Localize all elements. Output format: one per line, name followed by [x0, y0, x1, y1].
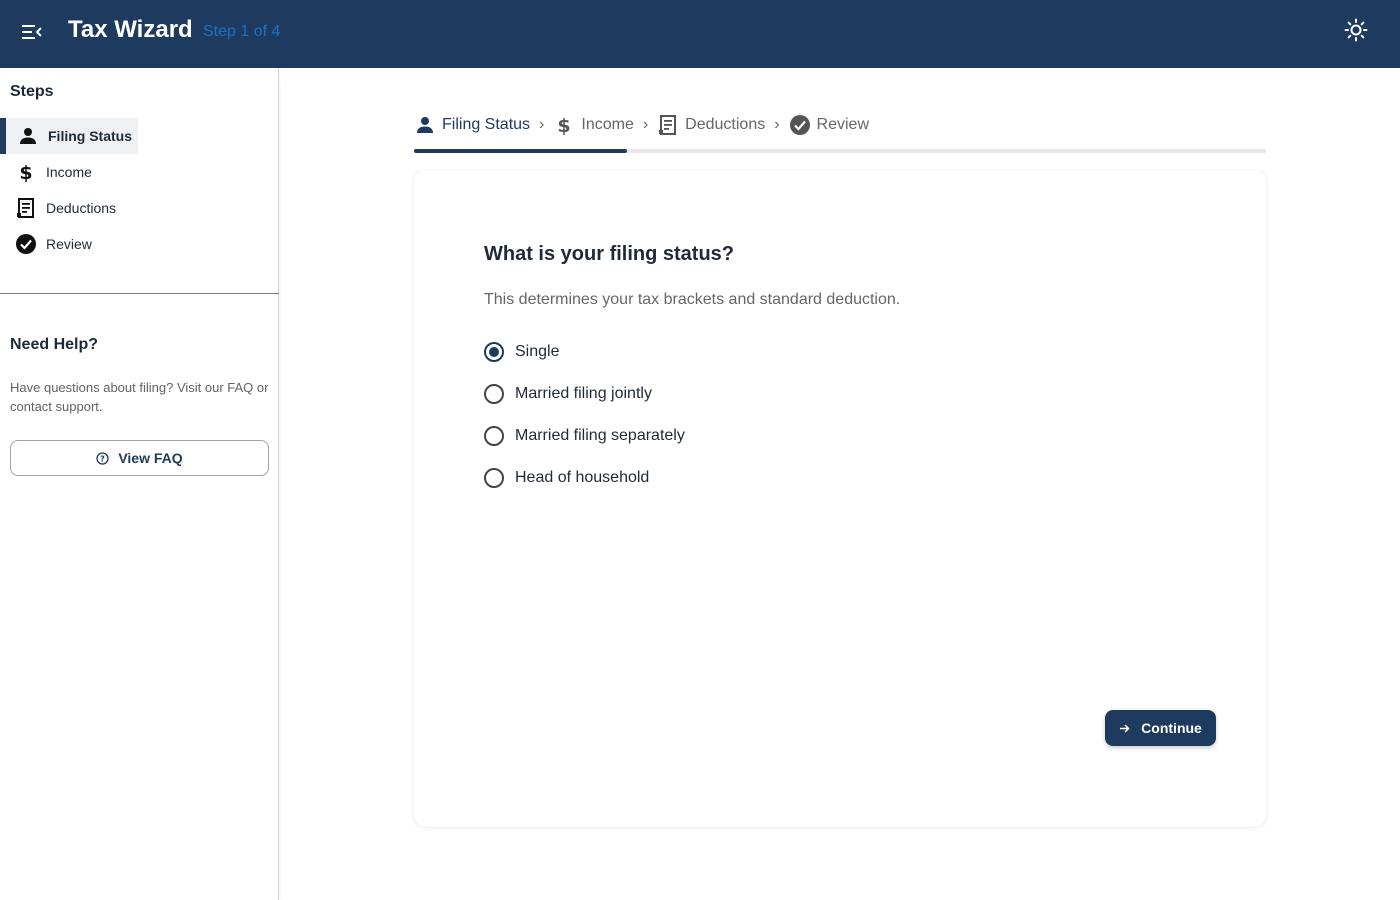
- help-circle-icon: ?: [96, 451, 110, 465]
- person-icon: [414, 114, 436, 136]
- step-label: Filing Status: [442, 116, 531, 133]
- receipt-icon: [16, 198, 36, 218]
- step-filing-status[interactable]: Filing Status: [414, 114, 530, 136]
- dollar-icon: $: [553, 114, 575, 136]
- radio-label: Single: [515, 343, 560, 360]
- app-header: Tax Wizard Step 1 of 4: [0, 0, 1400, 68]
- radio-button[interactable]: [484, 426, 504, 446]
- radio-label: Head of household: [515, 469, 650, 486]
- sidebar-item-label: Income: [46, 164, 92, 180]
- sidebar-item-income[interactable]: $ Income: [0, 154, 92, 190]
- view-faq-button[interactable]: ? View FAQ: [10, 440, 269, 476]
- sidebar-item-review[interactable]: Review: [0, 226, 92, 262]
- radio-button[interactable]: [484, 342, 504, 362]
- check-circle-icon: [16, 234, 36, 254]
- question-description: This determines your tax brackets and st…: [484, 291, 901, 308]
- step-income[interactable]: $ Income: [553, 114, 634, 136]
- sidebar: Steps Filing Status $ Income Deductions …: [0, 68, 279, 900]
- app-title: Tax Wizard: [68, 16, 193, 43]
- view-faq-label: View FAQ: [118, 450, 183, 466]
- progress-track: [414, 149, 1266, 153]
- step-label: Review: [816, 116, 870, 133]
- person-icon: [18, 126, 38, 146]
- sidebar-item-filing-status[interactable]: Filing Status: [0, 118, 138, 154]
- radio-dot: [489, 347, 499, 357]
- continue-label: Continue: [1141, 720, 1202, 736]
- arrow-right-icon: [1119, 722, 1131, 734]
- theme-toggle-button[interactable]: [1341, 17, 1371, 47]
- radio-option-head-of-household[interactable]: Head of household: [484, 466, 649, 490]
- check-circle-icon: [789, 114, 811, 136]
- continue-button[interactable]: Continue: [1105, 710, 1216, 746]
- chevron-right-icon: ›: [539, 116, 545, 133]
- svg-text:?: ?: [101, 454, 106, 463]
- progress-fill: [414, 149, 627, 153]
- sidebar-heading: Steps: [10, 83, 54, 100]
- step-progress: Filing Status › $ Income › Deductions › …: [414, 110, 1266, 154]
- radio-button[interactable]: [484, 384, 504, 404]
- chevron-right-icon: ›: [642, 116, 649, 133]
- step-label: Income: [581, 116, 634, 133]
- sidebar-divider: [0, 293, 279, 294]
- menu-button[interactable]: [18, 20, 46, 48]
- help-title: Need Help?: [10, 336, 99, 353]
- radio-button[interactable]: [484, 468, 504, 488]
- filing-status-card: What is your filing status? This determi…: [414, 170, 1266, 827]
- radio-label: Married filing jointly: [515, 385, 652, 402]
- receipt-icon: [657, 114, 679, 136]
- chevron-right-icon: ›: [774, 116, 780, 133]
- sidebar-item-label: Deductions: [46, 200, 117, 216]
- step-label: Deductions: [685, 116, 766, 133]
- sidebar-item-label: Review: [46, 236, 92, 252]
- sidebar-item-deductions[interactable]: Deductions: [0, 190, 116, 226]
- question-heading: What is your filing status?: [484, 243, 735, 265]
- sidebar-item-label: Filing Status: [48, 128, 132, 144]
- radio-option-married-jointly[interactable]: Married filing jointly: [484, 382, 652, 406]
- dollar-icon: $: [16, 162, 36, 182]
- radio-option-single[interactable]: Single: [484, 340, 559, 364]
- help-text: Have questions about filing? Visit our F…: [10, 380, 269, 414]
- step-deductions[interactable]: Deductions: [657, 114, 765, 136]
- step-counter: Step 1 of 4: [203, 23, 281, 40]
- svg-text:$: $: [558, 115, 571, 135]
- radio-label: Married filing separately: [515, 427, 685, 444]
- svg-text:$: $: [19, 162, 32, 182]
- radio-option-married-separately[interactable]: Married filing separately: [484, 424, 685, 448]
- sun-icon: [1344, 18, 1368, 47]
- menu-open-icon: [22, 24, 42, 45]
- step-review[interactable]: Review: [789, 114, 869, 136]
